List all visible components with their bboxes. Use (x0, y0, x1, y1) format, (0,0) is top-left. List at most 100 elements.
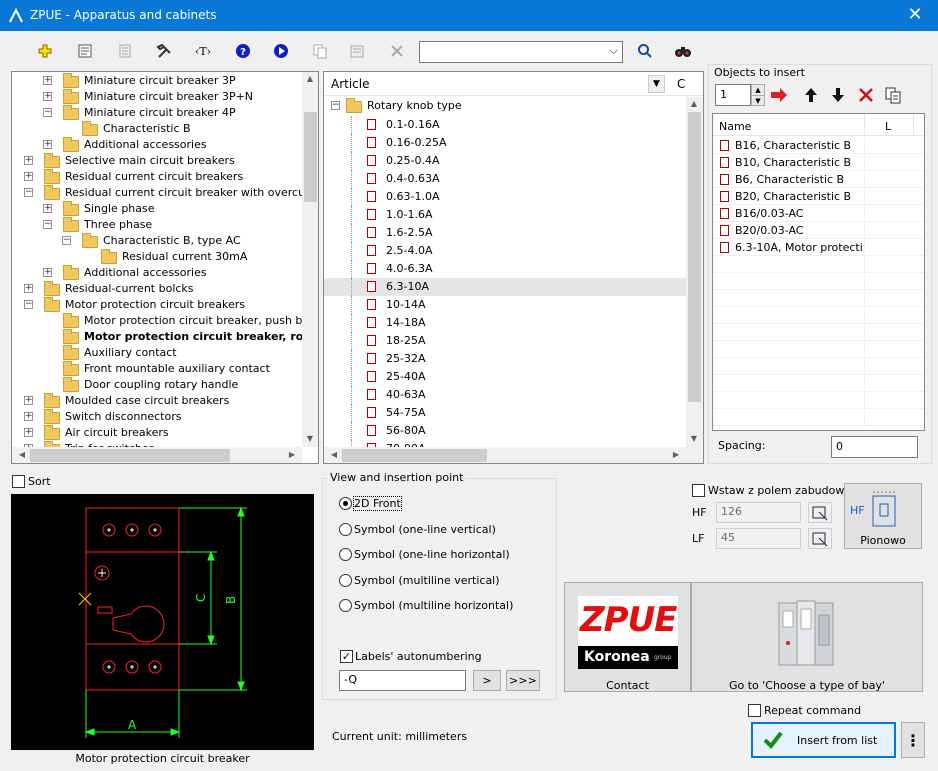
tree-item[interactable]: + Single phase (12, 201, 302, 217)
move-up-icon[interactable] (803, 86, 819, 107)
delete-icon[interactable] (384, 40, 410, 62)
paste-icon[interactable] (344, 40, 370, 62)
wstaw-checkbox[interactable] (692, 484, 705, 497)
view-option-label[interactable]: Symbol (one-line vertical) (354, 523, 496, 536)
collapse-icon[interactable]: − (24, 300, 33, 309)
article-panel[interactable]: Article ▼ C − Rotary knob type 0.1-0.16A 0.… (323, 71, 704, 464)
article-item[interactable]: 25-40A (324, 368, 686, 386)
tree-item[interactable]: + Switch disconnectors (12, 409, 302, 425)
scroll-down-icon[interactable]: ▼ (686, 434, 702, 443)
tree-item[interactable]: − Miniature circuit breaker 4P (12, 105, 302, 121)
view-option-radio[interactable] (339, 548, 352, 561)
scroll-right-icon[interactable]: ▶ (668, 450, 684, 459)
binoculars-icon[interactable] (670, 40, 696, 62)
expand-icon[interactable]: + (24, 284, 33, 293)
expand-icon[interactable]: + (24, 412, 33, 421)
expand-icon[interactable]: + (43, 76, 52, 85)
article-item[interactable]: 1.0-1.6A (324, 206, 686, 224)
article-item[interactable]: 0.1-0.16A (324, 116, 686, 134)
search-combo[interactable]: ⌵ (419, 41, 623, 63)
search-icon[interactable] (632, 40, 658, 62)
spin-up-icon[interactable]: ▲ (752, 85, 764, 96)
tree-item[interactable]: + Additional accessories (12, 137, 302, 153)
article-item[interactable]: 6.3-10A (324, 278, 686, 296)
tree-item[interactable]: + Residual current circuit breakers (12, 169, 302, 185)
objects-list[interactable]: Name L B16, Characteristic B B10, Charact… (712, 113, 925, 431)
move-down-icon[interactable] (830, 86, 846, 107)
spacing-field[interactable]: 0 (831, 436, 918, 458)
collapse-icon[interactable]: − (43, 108, 52, 117)
scroll-up-icon[interactable]: ▲ (686, 99, 702, 108)
tree-item[interactable]: + Air circuit breakers (12, 425, 302, 441)
objects-row[interactable]: B16/0.03-AC (713, 205, 924, 222)
tree-item[interactable]: + Residual-current bolcks (12, 281, 302, 297)
expand-icon[interactable]: + (24, 396, 33, 405)
article-item[interactable]: 18-25A (324, 332, 686, 350)
objects-row[interactable]: B16, Characteristic B (713, 137, 924, 154)
tree-item[interactable]: Characteristic B (12, 121, 302, 137)
objects-row[interactable]: B20/0.03-AC (713, 222, 924, 239)
view-option-label[interactable]: 2D Front (353, 496, 402, 511)
article-vscrollbar[interactable]: ▲ ▼ (686, 97, 703, 447)
view-option-label[interactable]: Symbol (multiline horizontal) (354, 599, 513, 612)
view-option-radio[interactable] (339, 497, 352, 510)
tree-item[interactable]: − Three phase (12, 217, 302, 233)
tree-item[interactable]: − Residual current circuit breaker with o… (12, 185, 302, 201)
article-item[interactable]: 56-80A (324, 422, 686, 440)
expand-icon[interactable]: + (43, 140, 52, 149)
article-item[interactable]: 0.4-0.63A (324, 170, 686, 188)
tree-item[interactable]: Auxiliary contact (12, 345, 302, 361)
tree-item[interactable]: − Characteristic B, type AC (12, 233, 302, 249)
next-button[interactable]: > (473, 670, 501, 691)
tree-item[interactable]: Front mountable auxiliary contact (12, 361, 302, 377)
copy-icon[interactable] (307, 40, 333, 62)
expand-icon[interactable]: + (43, 268, 52, 277)
objects-row[interactable]: 6.3-10A, Motor protecti... (713, 239, 924, 256)
article-item[interactable]: 0.16-0.25A (324, 134, 686, 152)
expand-icon[interactable]: + (24, 156, 33, 165)
article-item[interactable]: 0.25-0.4A (324, 152, 686, 170)
view-option-radio[interactable] (339, 573, 352, 587)
help-icon[interactable]: ? (230, 40, 256, 62)
scroll-down-icon[interactable]: ▼ (302, 434, 318, 443)
count-spinner[interactable]: ▲ ▼ (751, 84, 765, 106)
remove-icon[interactable] (857, 86, 875, 107)
tree-item[interactable]: + Miniature circuit breaker 3P+N (12, 89, 302, 105)
spin-down-icon[interactable]: ▼ (752, 96, 764, 106)
tree-item[interactable]: Motor protection circuit breaker, rotary (12, 329, 302, 345)
view-option-radio[interactable] (339, 522, 352, 536)
tree-item[interactable]: + Miniature circuit breaker 3P (12, 73, 302, 89)
article-item[interactable]: 25-32A (324, 350, 686, 368)
play-icon[interactable] (268, 40, 294, 62)
collapse-icon[interactable]: − (24, 188, 33, 197)
scroll-left-icon[interactable]: ◀ (326, 450, 342, 459)
scroll-left-icon[interactable]: ◀ (14, 450, 30, 459)
hf-pick-icon[interactable] (808, 502, 832, 523)
objects-row[interactable]: B6, Characteristic B (713, 171, 924, 188)
autonum-checkbox[interactable]: ✓ (340, 650, 353, 663)
lf-pick-icon[interactable] (808, 528, 832, 549)
add-icon[interactable] (32, 40, 58, 62)
article-dropdown-icon[interactable]: ▼ (648, 75, 665, 93)
scroll-up-icon[interactable]: ▲ (302, 74, 318, 83)
edit-list-icon[interactable] (72, 40, 98, 62)
scroll-right-icon[interactable]: ▶ (284, 450, 300, 459)
goto-bay-button[interactable]: Go to 'Choose a type of bay' (691, 582, 923, 692)
article-item[interactable]: 4.0-6.3A (324, 260, 686, 278)
article-item[interactable]: 1.6-2.5A (324, 224, 686, 242)
duplicate-icon[interactable] (884, 86, 902, 107)
article-item[interactable]: 54-75A (324, 404, 686, 422)
close-icon[interactable]: ✕ (892, 0, 938, 31)
tree-hscroll-thumb[interactable] (30, 449, 230, 462)
document-icon[interactable] (112, 40, 138, 62)
tools-icon[interactable] (152, 40, 178, 62)
all-button[interactable]: >>> (506, 670, 540, 691)
collapse-icon[interactable]: − (331, 101, 340, 110)
hf-field[interactable]: 126 (716, 502, 801, 523)
objects-row[interactable]: B20, Characteristic B (713, 188, 924, 205)
article-hscrollbar[interactable]: ◀ ▶ (324, 447, 703, 463)
expand-icon[interactable]: + (43, 92, 52, 101)
more-button[interactable]: ⋮ (901, 722, 925, 758)
repeat-checkbox[interactable] (748, 704, 761, 717)
insert-arrow-icon[interactable] (769, 86, 789, 107)
